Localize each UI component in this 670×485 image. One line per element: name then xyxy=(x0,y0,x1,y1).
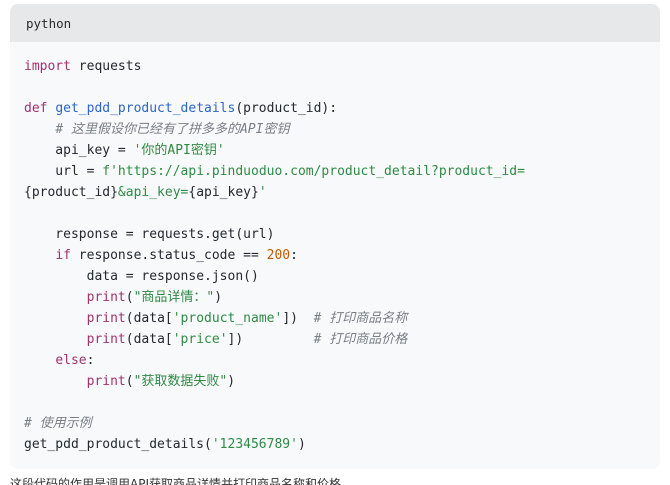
code-line: # 这里假设你已经有了拼多多的API密钥 xyxy=(24,119,646,140)
code-token: api_key xyxy=(24,143,118,158)
code-token: (product_id): xyxy=(235,101,338,116)
code-token: '123456789' xyxy=(211,437,298,452)
code-token: = xyxy=(117,143,126,158)
code-token: {product_id} xyxy=(24,185,118,200)
code-token: print xyxy=(86,311,126,326)
code-token: f'https://api.pinduoduo.com/product_deta… xyxy=(102,164,525,179)
code-token: else xyxy=(55,353,87,368)
code-token: def xyxy=(24,101,48,116)
code-token: ) xyxy=(227,374,236,389)
code-line: print(data['price']) # 打印商品价格 xyxy=(24,329,646,350)
code-line: get_pdd_product_details('123456789') xyxy=(24,434,646,455)
code-token: requests xyxy=(70,59,142,74)
code-token: ) xyxy=(297,437,306,452)
code-token: # 这里假设你已经有了拼多多的API密钥 xyxy=(55,122,290,137)
code-token: requests.get(url) xyxy=(133,227,275,242)
code-line: if response.status_code == 200: xyxy=(24,245,646,266)
code-token: if xyxy=(55,248,71,263)
code-line: {product_id}&api_key={api_key}' xyxy=(24,182,646,203)
code-token: # 打印商品名称 xyxy=(313,311,408,326)
code-line: # 使用示例 xyxy=(24,413,646,434)
code-token: = xyxy=(125,269,134,284)
code-token: print xyxy=(86,332,126,347)
code-token: 'price' xyxy=(172,332,228,347)
code-block: python import requests​def get_pdd_produ… xyxy=(10,4,660,469)
code-line: else: xyxy=(24,350,646,371)
code-line: print(data['product_name']) # 打印商品名称 xyxy=(24,308,646,329)
code-token: 'product_name' xyxy=(172,311,283,326)
code-line: url = f'https://api.pinduoduo.com/produc… xyxy=(24,161,646,182)
code-line: print("获取数据失败") xyxy=(24,371,646,392)
code-token: response xyxy=(24,227,126,242)
code-token: ( xyxy=(125,374,134,389)
code-token: (data[ xyxy=(125,311,173,326)
code-token: "商品详情：" xyxy=(133,290,215,305)
code-token: ' xyxy=(258,185,267,200)
page: python import requests​def get_pdd_produ… xyxy=(0,0,670,485)
code-token: ]) xyxy=(282,311,314,326)
code-token: url xyxy=(24,164,87,179)
code-line: ​ xyxy=(24,77,646,98)
code-token: import xyxy=(24,59,71,74)
code-line: data = response.json() xyxy=(24,266,646,287)
code-line: ​ xyxy=(24,203,646,224)
code-line: def get_pdd_product_details(product_id): xyxy=(24,98,646,119)
code-token: '你的API密钥' xyxy=(133,143,225,158)
code-token: # 使用示例 xyxy=(24,416,92,431)
code-token: == xyxy=(243,248,259,263)
code-token: ) xyxy=(214,290,223,305)
code-token: 200 xyxy=(266,248,291,263)
code-token: data xyxy=(24,269,126,284)
code-token: response.status_code xyxy=(70,248,244,263)
code-line: response = requests.get(url) xyxy=(24,224,646,245)
code-token: (data[ xyxy=(125,332,173,347)
code-token: get_pdd_product_details( xyxy=(24,437,212,452)
following-paragraph-cut-off: 这段代码的作用是调用API获取商品详情并打印商品名称和价格 xyxy=(10,477,341,485)
code-line: import requests xyxy=(24,56,646,77)
code-token: print xyxy=(86,374,126,389)
code-line: ​ xyxy=(24,392,646,413)
code-token: : xyxy=(86,353,95,368)
code-block-header: python xyxy=(10,4,660,42)
code-token: ]) xyxy=(227,332,314,347)
code-token: : xyxy=(290,248,298,263)
code-token: &api_key= xyxy=(117,185,189,200)
code-token: print xyxy=(86,290,126,305)
code-token: {api_key} xyxy=(188,185,259,200)
code-token: ( xyxy=(125,290,134,305)
code-token: get_pdd_product_details xyxy=(55,101,236,116)
code-token: response.json() xyxy=(133,269,259,284)
code-token: # 打印商品价格 xyxy=(313,332,408,347)
code-token: = xyxy=(125,227,134,242)
code-line: print("商品详情：") xyxy=(24,287,646,308)
code-line: api_key = '你的API密钥' xyxy=(24,140,646,161)
code-token: "获取数据失败" xyxy=(133,374,228,389)
code-language-label: python xyxy=(26,15,72,31)
code-content: import requests​def get_pdd_product_deta… xyxy=(10,42,660,455)
